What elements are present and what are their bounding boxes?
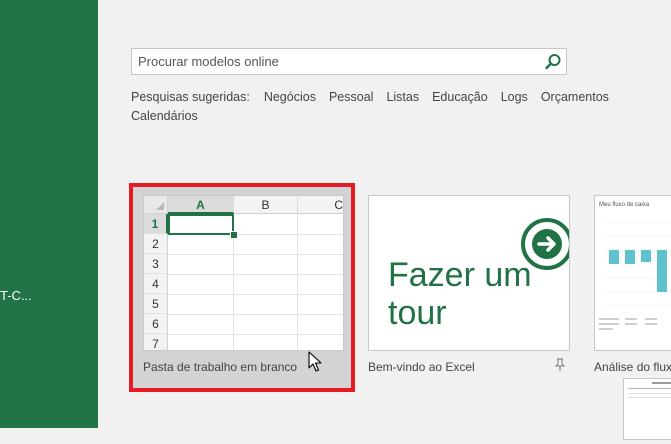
row-header-4: 4 (144, 274, 168, 294)
suggested-link-orcamentos[interactable]: Orçamentos (541, 90, 609, 104)
search-icon[interactable] (544, 53, 562, 71)
cash-flow-thumbnail[interactable]: Meu fluxo de caixa (594, 195, 671, 351)
template-thumbnail-partial[interactable] (623, 378, 671, 440)
suggested-link-negocios[interactable]: Negócios (264, 90, 316, 104)
pin-icon[interactable] (554, 358, 566, 372)
welcome-tour-thumbnail[interactable]: Fazer um tour (368, 195, 570, 351)
suggested-searches: Pesquisas sugeridas: Negócios Pessoal Lista… (131, 88, 611, 126)
blank-workbook-thumbnail[interactable]: A B C 1 2 3 4 5 6 7 (143, 195, 344, 351)
arrow-right-icon (521, 218, 569, 270)
row-header-3: 3 (144, 254, 168, 274)
suggested-link-listas[interactable]: Listas (386, 90, 419, 104)
suggested-searches-label: Pesquisas sugeridas: (131, 90, 250, 104)
cash-flow-label: Análise do flux (594, 360, 671, 374)
column-header-b: B (234, 196, 298, 214)
cash-flow-thumb-title: Meu fluxo de caixa (599, 202, 650, 208)
suggested-link-calendarios[interactable]: Calendários (131, 109, 198, 123)
active-cell (168, 214, 234, 235)
suggested-link-educacao[interactable]: Educação (432, 90, 488, 104)
column-header-c: C (298, 196, 343, 214)
column-header-a: A (168, 196, 234, 214)
row-header-7: 7 (144, 334, 168, 350)
fill-handle (230, 231, 238, 239)
suggested-link-logs[interactable]: Logs (501, 90, 528, 104)
row-header-6: 6 (144, 314, 168, 334)
sidebar: T-C... (0, 0, 98, 428)
search-box (131, 48, 567, 75)
sidebar-recent-item[interactable]: T-C... (0, 288, 32, 303)
select-all-corner (144, 196, 168, 214)
suggested-link-pessoal[interactable]: Pessoal (329, 90, 373, 104)
search-input[interactable] (132, 49, 532, 74)
welcome-tour-label: Bem-vindo ao Excel (368, 360, 475, 374)
blank-workbook-label: Pasta de trabalho em branco (143, 360, 298, 374)
row-header-1: 1 (144, 214, 168, 234)
mouse-cursor-icon (308, 351, 322, 372)
cash-flow-mini-chart (599, 221, 671, 330)
row-header-2: 2 (144, 234, 168, 254)
document-preview-icon (628, 382, 671, 398)
row-header-5: 5 (144, 294, 168, 314)
